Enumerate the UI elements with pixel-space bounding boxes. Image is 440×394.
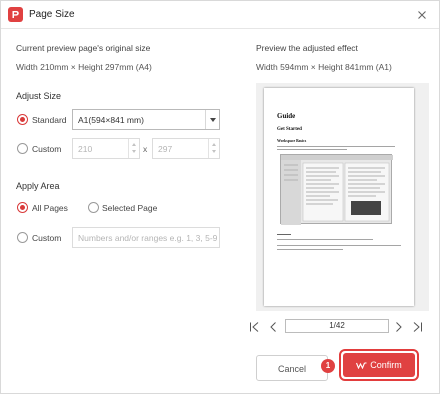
first-page-icon[interactable] <box>249 321 260 333</box>
page-range-placeholder: Numbers and/or ranges e.g. 1, 3, 5-9 <box>78 233 218 243</box>
step-badge: 1 <box>321 359 335 373</box>
selected-page-label: Selected Page <box>102 203 158 213</box>
apply-area-title: Apply Area <box>16 181 60 191</box>
chevron-down-icon[interactable] <box>205 110 219 129</box>
page-number-field[interactable]: 1/42 <box>285 319 389 333</box>
custom-height-stepper[interactable]: 297 <box>152 138 220 159</box>
preview-screenshot-image <box>280 154 393 225</box>
spin-down-icon[interactable] <box>212 150 216 153</box>
brand-mark-icon <box>356 362 367 370</box>
last-page-icon[interactable] <box>412 321 423 333</box>
preview-pagination: 1/42 <box>247 319 437 335</box>
preview-text-line <box>277 234 291 235</box>
standard-size-value: A1(594×841 mm) <box>78 115 144 125</box>
spin-up-icon[interactable] <box>212 143 216 146</box>
preview-page: Guide Get Started Workspace Basics <box>264 88 414 306</box>
standard-label: Standard <box>32 115 67 125</box>
original-size-value: Width 210mm × Height 297mm (A4) <box>16 62 152 72</box>
size-separator: x <box>143 144 148 154</box>
custom-size-radio[interactable] <box>17 143 28 154</box>
standard-size-select[interactable]: A1(594×841 mm) <box>72 109 220 130</box>
preview-text-line <box>277 245 401 246</box>
dialog-title: Page Size <box>29 9 75 20</box>
cancel-button[interactable]: Cancel <box>256 355 328 381</box>
confirm-label: Confirm <box>370 360 402 370</box>
preview-text-line <box>277 146 395 147</box>
preview-doc-subheading: Workspace Basics <box>277 139 307 143</box>
next-page-icon[interactable] <box>393 321 404 333</box>
confirm-button[interactable]: Confirm <box>343 353 415 377</box>
standard-radio[interactable] <box>17 114 28 125</box>
preview-text-line <box>277 249 343 250</box>
preview-text-line <box>277 239 373 240</box>
app-logo-icon <box>8 7 23 22</box>
spin-up-icon[interactable] <box>132 143 136 146</box>
width-spin-buttons[interactable] <box>128 139 139 158</box>
preview-size-value: Width 594mm × Height 841mm (A1) <box>256 62 392 72</box>
all-pages-radio[interactable] <box>17 202 28 213</box>
title-bar: Page Size <box>1 1 439 29</box>
custom-width-stepper[interactable]: 210 <box>72 138 140 159</box>
close-icon[interactable] <box>414 7 430 23</box>
height-spin-buttons[interactable] <box>208 139 219 158</box>
custom-range-label: Custom <box>32 233 62 243</box>
preview-doc-heading: Get Started <box>277 127 302 132</box>
custom-range-radio[interactable] <box>17 232 28 243</box>
custom-height-value: 297 <box>158 144 173 154</box>
preview-area: Guide Get Started Workspace Basics <box>256 83 429 311</box>
preview-label: Preview the adjusted effect <box>256 43 358 53</box>
page-range-input[interactable]: Numbers and/or ranges e.g. 1, 3, 5-9 <box>72 227 220 248</box>
spin-down-icon[interactable] <box>132 150 136 153</box>
custom-size-label: Custom <box>32 144 62 154</box>
adjust-size-title: Adjust Size <box>16 91 62 101</box>
page-size-dialog: Page Size Current preview page's origina… <box>0 0 440 394</box>
all-pages-label: All Pages <box>32 203 68 213</box>
selected-page-radio[interactable] <box>88 202 99 213</box>
custom-width-value: 210 <box>78 144 93 154</box>
preview-text-line <box>277 149 347 150</box>
prev-page-icon[interactable] <box>268 321 279 333</box>
preview-doc-title: Guide <box>277 112 296 120</box>
original-size-label: Current preview page's original size <box>16 43 151 53</box>
